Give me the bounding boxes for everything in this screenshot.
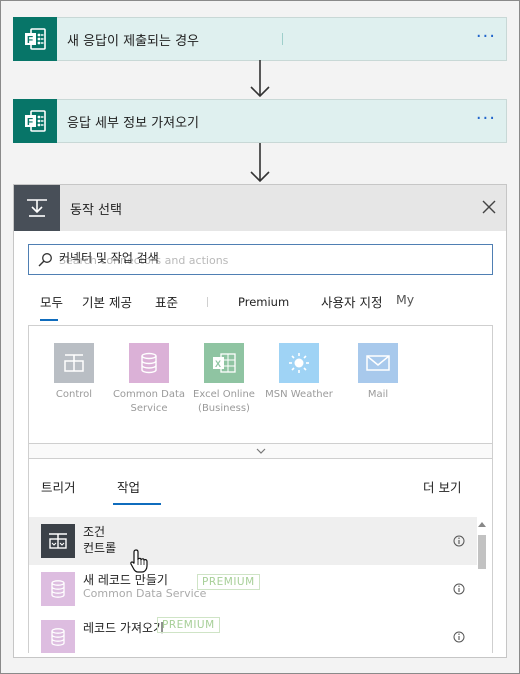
tab-custom[interactable]: 사용자 지정 xyxy=(321,292,382,311)
connector-cds[interactable]: Common Data Service xyxy=(109,343,189,416)
hand-cursor-icon xyxy=(130,549,148,573)
trigger-card[interactable]: F 새 응답이 제출되는 경우 ··· xyxy=(13,17,507,61)
list-item[interactable]: 새 레코드 만들기 PREMIUM Common Data Service xyxy=(29,565,477,613)
divider xyxy=(282,33,283,45)
action-name: 레코드 가져오기 xyxy=(83,621,165,635)
choose-action-panel: 동작 선택 Search connectors and actions 커넥터 … xyxy=(13,184,507,658)
tab-standard[interactable]: 표준 xyxy=(155,292,178,311)
scrollbar-thumb[interactable] xyxy=(478,535,486,569)
condition-icon xyxy=(41,524,75,558)
connector-label: MSN Weather xyxy=(265,389,333,400)
search-icon xyxy=(38,253,52,267)
filter-tabs: 모두 기본 제공 표준 Premium 사용자 지정 My xyxy=(14,285,506,325)
panel-title: 동작 선택 xyxy=(70,202,122,218)
control-icon xyxy=(54,343,94,383)
connector-mail[interactable]: Mail xyxy=(338,343,418,402)
connector-control[interactable]: Control xyxy=(34,343,114,402)
connector-label: Excel Online (Business) xyxy=(193,389,255,414)
database-icon xyxy=(41,572,75,606)
connector-grid: Control Common Data Service X Excel Onli… xyxy=(28,325,493,443)
database-icon xyxy=(129,343,169,383)
mail-icon xyxy=(358,343,398,383)
arrow-down-icon xyxy=(250,60,270,98)
arrow-down-icon xyxy=(250,143,270,183)
expand-connectors-button[interactable] xyxy=(28,443,493,459)
tab-premium[interactable]: Premium xyxy=(238,295,289,309)
search-input[interactable]: Search connectors and actions 커넥터 및 작업 검… xyxy=(28,244,493,275)
sun-icon xyxy=(279,343,319,383)
list-item[interactable]: 조건 컨트롤 xyxy=(29,517,477,565)
action-icon xyxy=(14,185,60,231)
action-name: 새 레코드 만들기 xyxy=(83,573,168,587)
connector-label: Common Data Service xyxy=(112,389,186,414)
forms-icon: F xyxy=(13,17,57,61)
see-more-link[interactable]: 더 보기 xyxy=(423,477,461,496)
step-title: 응답 세부 정보 가져오기 xyxy=(67,115,199,131)
svg-text:F: F xyxy=(27,35,33,46)
chevron-down-icon xyxy=(256,448,265,454)
svg-text:X: X xyxy=(215,359,221,369)
svg-text:F: F xyxy=(27,117,33,128)
step-card[interactable]: F 응답 세부 정보 가져오기 ··· xyxy=(13,99,507,143)
action-list: 조건 컨트롤 새 레코드 만들기 PREMIUM Common Data Ser… xyxy=(28,511,493,653)
tab-all[interactable]: 모두 xyxy=(40,292,63,321)
connector-label: Control xyxy=(55,389,93,400)
list-scrollbar[interactable] xyxy=(475,517,489,651)
info-icon[interactable] xyxy=(453,583,465,595)
trigger-action-tabs: 트리거 작업 더 보기 xyxy=(28,459,493,511)
connector-label: Mail xyxy=(367,389,389,400)
info-icon[interactable] xyxy=(453,535,465,547)
action-connector: Common Data Service xyxy=(83,587,207,600)
connector-excel[interactable]: X Excel Online (Business) xyxy=(184,343,264,416)
more-options-button[interactable]: ··· xyxy=(476,109,496,129)
more-options-button[interactable]: ··· xyxy=(476,27,496,47)
list-item[interactable]: 레코드 가져오기 PREMIUM xyxy=(29,613,477,653)
action-connector: 컨트롤 xyxy=(83,541,117,555)
search-value: 커넥터 및 작업 검색 xyxy=(59,251,159,265)
panel-header: 동작 선택 xyxy=(14,185,506,231)
excel-icon: X xyxy=(204,343,244,383)
action-name: 조건 xyxy=(83,525,106,539)
forms-icon: F xyxy=(13,99,57,143)
tab-triggers[interactable]: 트리거 xyxy=(41,477,76,496)
database-icon xyxy=(41,620,75,653)
divider xyxy=(207,297,208,307)
connector-msn-weather[interactable]: MSN Weather xyxy=(259,343,339,402)
trigger-title: 새 응답이 제출되는 경우 xyxy=(67,33,199,49)
tab-builtin[interactable]: 기본 제공 xyxy=(82,292,132,311)
info-icon[interactable] xyxy=(453,631,465,643)
tab-my[interactable]: My xyxy=(396,292,414,307)
scroll-up-icon[interactable] xyxy=(478,521,486,527)
tab-actions[interactable]: 작업 xyxy=(112,477,162,505)
premium-badge: PREMIUM xyxy=(157,617,220,633)
close-icon[interactable] xyxy=(480,198,498,216)
